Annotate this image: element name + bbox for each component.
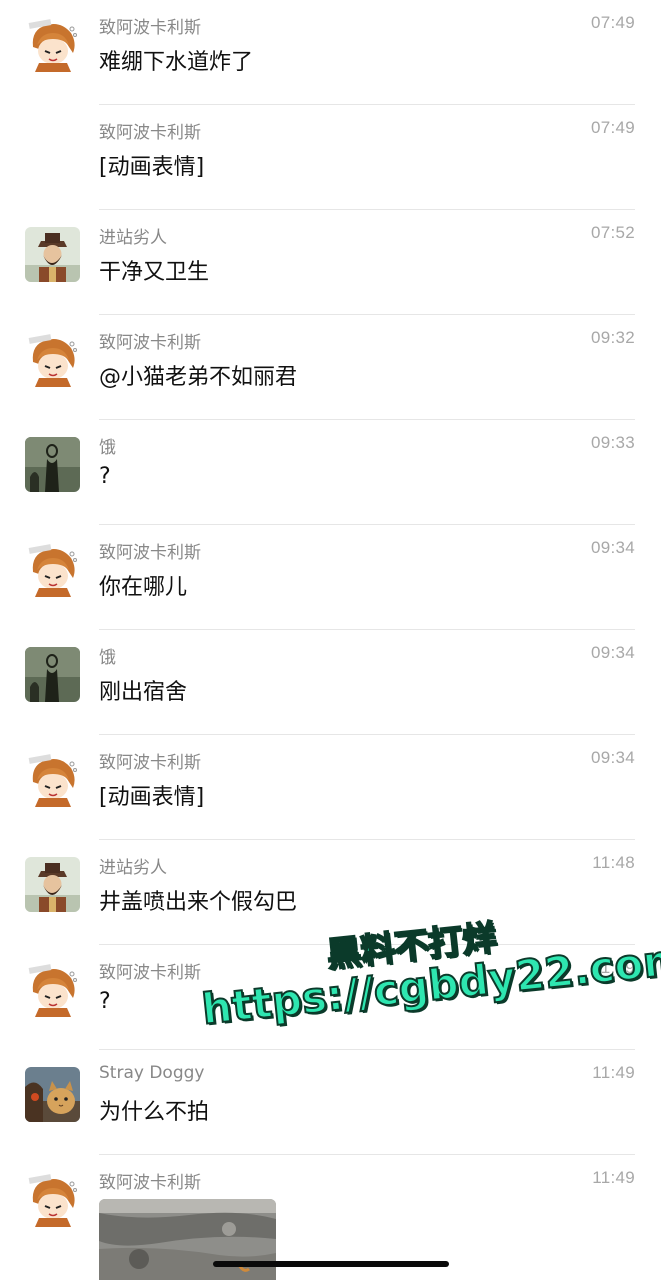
sender-avatar[interactable] — [25, 857, 80, 912]
message-text[interactable]: 井盖喷出来个假勾巴 — [99, 884, 297, 916]
message-text[interactable]: 干净又卫生 — [99, 254, 209, 286]
message-text[interactable]: [动画表情] — [99, 779, 204, 811]
message-text[interactable]: 难绷下水道炸了 — [99, 44, 253, 76]
image-message-thumbnail[interactable] — [99, 1199, 276, 1280]
message-row[interactable]: Stray Doggy 11:49 为什么不拍 — [0, 1050, 661, 1155]
message-text[interactable]: [动画表情] — [99, 149, 204, 181]
message-row[interactable]: 致阿波卡利斯 09:34 [动画表情] — [0, 735, 661, 840]
sender-name: 进站劣人 — [99, 858, 167, 878]
message-time: 09:34 — [590, 643, 635, 662]
message-row[interactable]: 进站劣人 07:52 干净又卫生 — [0, 210, 661, 315]
orange-hair-avatar-icon — [25, 17, 80, 72]
message-time: 09:34 — [590, 538, 635, 557]
message-text[interactable]: @小猫老弟不如丽君 — [99, 359, 297, 391]
message-row[interactable]: 进站劣人 11:48 井盖喷出来个假勾巴 — [0, 840, 661, 945]
orange-hair-avatar-icon — [25, 332, 80, 387]
chat-message-list: 致阿波卡利斯 07:49 难绷下水道炸了 致阿波卡利斯 07:49 [动画表情]… — [0, 0, 661, 1260]
message-text[interactable]: ? — [99, 464, 111, 489]
orange-hair-avatar-icon — [25, 1172, 80, 1227]
orange-hair-avatar-icon — [25, 752, 80, 807]
message-row[interactable]: 致阿波卡利斯 11:49 ? — [0, 945, 661, 1050]
message-row[interactable]: 致阿波卡利斯 09:34 你在哪儿 — [0, 525, 661, 630]
message-text[interactable]: 为什么不拍 — [99, 1094, 209, 1126]
message-time: 11:49 — [592, 1168, 635, 1187]
sender-avatar[interactable] — [25, 647, 80, 702]
sender-name: 致阿波卡利斯 — [99, 543, 201, 563]
sender-avatar[interactable] — [25, 1172, 80, 1227]
sender-name: 致阿波卡利斯 — [99, 18, 201, 38]
dark-silhouette-avatar-icon — [25, 647, 80, 702]
message-time: 11:49 — [592, 958, 635, 977]
sender-avatar[interactable] — [25, 332, 80, 387]
sender-avatar[interactable] — [25, 1067, 80, 1122]
sender-name: 饿 — [99, 438, 116, 458]
sender-name: 致阿波卡利斯 — [99, 123, 201, 143]
sender-avatar[interactable] — [25, 227, 80, 282]
sender-name: 致阿波卡利斯 — [99, 333, 201, 353]
sender-avatar[interactable] — [25, 962, 80, 1017]
message-row[interactable]: 致阿波卡利斯 07:49 [动画表情] — [0, 105, 661, 210]
message-time: 07:49 — [590, 13, 635, 32]
message-time: 09:32 — [590, 328, 635, 347]
sender-name: 致阿波卡利斯 — [99, 1173, 201, 1193]
message-time: 11:49 — [592, 1063, 635, 1082]
orange-hair-avatar-icon — [25, 542, 80, 597]
sender-name: 进站劣人 — [99, 228, 167, 248]
sender-avatar[interactable] — [25, 437, 80, 492]
message-time: 07:52 — [590, 223, 635, 242]
orange-hair-avatar-icon — [25, 962, 80, 1017]
home-indicator[interactable] — [213, 1261, 449, 1267]
message-row[interactable]: 饿 09:34 刚出宿舍 — [0, 630, 661, 735]
message-row[interactable]: 饿 09:33 ? — [0, 420, 661, 525]
photo-icon — [99, 1199, 276, 1280]
message-time: 09:34 — [590, 748, 635, 767]
message-row[interactable]: 致阿波卡利斯 07:49 难绷下水道炸了 — [0, 0, 661, 105]
sender-avatar[interactable] — [25, 542, 80, 597]
message-time: 11:48 — [592, 853, 635, 872]
sender-name: Stray Doggy — [99, 1063, 205, 1083]
bearded-man-avatar-icon — [25, 227, 80, 282]
message-time: 07:49 — [590, 118, 635, 137]
message-text[interactable]: 刚出宿舍 — [99, 674, 187, 706]
bearded-man-avatar-icon — [25, 857, 80, 912]
dark-silhouette-avatar-icon — [25, 437, 80, 492]
sender-avatar[interactable] — [25, 17, 80, 72]
cat-avatar-icon — [25, 1067, 80, 1122]
message-text[interactable]: ? — [99, 989, 111, 1014]
message-row[interactable]: 致阿波卡利斯 09:32 @小猫老弟不如丽君 — [0, 315, 661, 420]
sender-name: 致阿波卡利斯 — [99, 963, 201, 983]
message-text[interactable]: 你在哪儿 — [99, 569, 187, 601]
sender-name: 致阿波卡利斯 — [99, 753, 201, 773]
message-time: 09:33 — [590, 433, 635, 452]
sender-avatar[interactable] — [25, 752, 80, 807]
sender-name: 饿 — [99, 648, 116, 668]
